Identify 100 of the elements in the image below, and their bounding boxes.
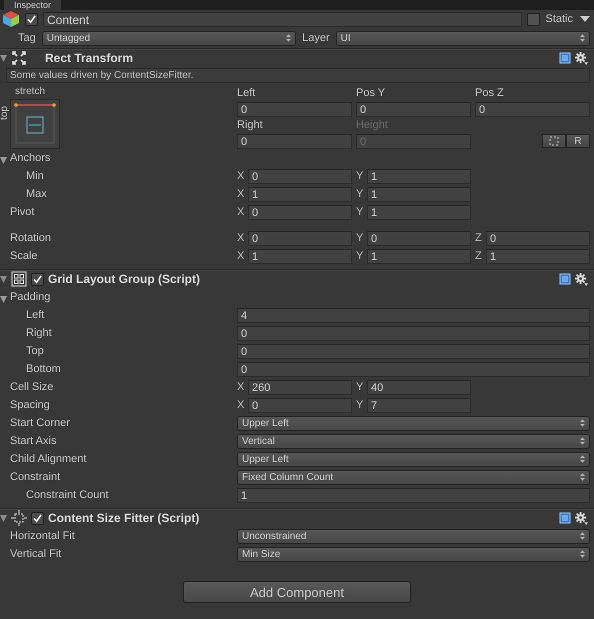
property-label: Start Corner: [10, 417, 70, 429]
axis-label: X: [237, 206, 245, 218]
axis-label: X: [237, 232, 245, 244]
property-label: Max: [26, 188, 47, 200]
number-field[interactable]: 1: [237, 488, 590, 502]
property-label: Pivot: [10, 206, 34, 218]
axis-label: X: [237, 381, 245, 393]
cube-icon: [2, 10, 20, 28]
dropdown[interactable]: Fixed Column Count: [237, 470, 590, 484]
axis-label: Y: [356, 206, 364, 218]
property-label: Spacing: [10, 399, 50, 411]
field-label: Left: [237, 86, 256, 101]
number-field[interactable]: 0: [237, 344, 590, 358]
axis-label: Z: [475, 232, 483, 244]
number-field[interactable]: 0: [367, 230, 471, 246]
property-label: Cell Size: [10, 381, 54, 393]
static-checkbox[interactable]: [527, 12, 540, 26]
component-title[interactable]: Grid Layout Group (Script): [48, 272, 200, 286]
caret-icon[interactable]: [580, 16, 590, 22]
axis-label: Y: [356, 381, 364, 393]
number-field[interactable]: 1: [367, 204, 471, 220]
settings-icon[interactable]: [575, 52, 588, 64]
number-field[interactable]: 4: [237, 308, 590, 322]
foldout-arrow-icon[interactable]: [0, 296, 7, 303]
axis-label: Y: [356, 188, 364, 200]
axis-label: Z: [475, 250, 483, 262]
enabled-checkbox[interactable]: [31, 512, 44, 524]
field-label: Pos Z: [475, 86, 505, 101]
foldout-arrow-icon[interactable]: [0, 54, 7, 62]
add-component-button[interactable]: Add Component: [183, 581, 411, 603]
help-book-icon[interactable]: [559, 52, 571, 64]
name-field[interactable]: Content: [43, 12, 522, 26]
number-field[interactable]: 0: [248, 204, 352, 220]
foldout-arrow-icon[interactable]: [0, 276, 7, 282]
dropdown[interactable]: Min Size: [237, 546, 590, 562]
number-field[interactable]: 7: [367, 398, 471, 412]
dropdown[interactable]: Upper Left: [237, 452, 590, 466]
enabled-checkbox[interactable]: [31, 272, 44, 286]
property-label: Rotation: [10, 232, 51, 244]
number-field[interactable]: 0: [248, 168, 352, 184]
property-label: Padding: [10, 291, 50, 303]
layer-label: Layer: [302, 32, 330, 44]
preset-vertical-label: top: [0, 106, 10, 120]
settings-icon[interactable]: [575, 512, 588, 524]
property-label: Horizontal Fit: [10, 530, 75, 542]
help-book-icon[interactable]: [559, 512, 571, 524]
up-down-arrows-icon: [580, 532, 585, 540]
axis-label: X: [237, 250, 245, 262]
active-checkbox[interactable]: [25, 12, 38, 26]
dropdown[interactable]: Upper Left: [237, 416, 590, 430]
number-field[interactable]: 0: [237, 134, 352, 149]
property-label: Start Axis: [10, 435, 56, 447]
preset-horizontal-label: stretch: [15, 85, 46, 99]
resize-frame-icon: [11, 510, 27, 526]
number-field[interactable]: 1: [367, 168, 471, 184]
property-label: Left: [26, 309, 44, 321]
number-field[interactable]: 0: [248, 398, 352, 412]
number-field[interactable]: 1: [367, 248, 471, 264]
tag-dropdown[interactable]: Untagged: [42, 30, 296, 46]
number-field[interactable]: 260: [248, 380, 352, 394]
component-title[interactable]: Content Size Fitter (Script): [48, 511, 200, 525]
property-label: Constraint Count: [26, 489, 109, 501]
number-field[interactable]: 0: [356, 102, 471, 117]
anchor-preset-button[interactable]: [10, 99, 60, 149]
number-field[interactable]: 1: [248, 248, 352, 264]
axis-label: Y: [356, 232, 364, 244]
number-field[interactable]: 0: [486, 230, 590, 246]
foldout-arrow-icon[interactable]: [0, 514, 7, 522]
raw-edit-button[interactable]: R: [566, 134, 590, 148]
number-field[interactable]: 1: [367, 186, 471, 202]
property-label: Scale: [10, 250, 38, 262]
layer-dropdown[interactable]: UI: [336, 30, 590, 46]
foldout-arrow-icon[interactable]: [0, 157, 7, 164]
help-book-icon[interactable]: [559, 273, 571, 285]
field-label: Right: [237, 118, 264, 133]
up-down-arrows-icon: [580, 34, 585, 42]
number-field[interactable]: 0: [237, 326, 590, 340]
number-field[interactable]: 0: [237, 102, 352, 117]
number-field[interactable]: 1: [248, 186, 352, 202]
dropdown[interactable]: Unconstrained: [237, 528, 590, 544]
inspector-tab[interactable]: Inspector: [4, 0, 62, 10]
static-label: Static: [545, 13, 573, 25]
number-field[interactable]: 0: [248, 230, 352, 246]
dropdown[interactable]: Vertical: [237, 434, 590, 448]
up-down-arrows-icon: [580, 455, 585, 463]
property-label: Right: [26, 327, 52, 339]
settings-icon[interactable]: [575, 272, 588, 286]
property-label: Vertical Fit: [10, 548, 62, 560]
tag-label: Tag: [18, 32, 36, 44]
up-down-arrows-icon: [580, 419, 585, 427]
up-down-arrows-icon: [580, 550, 585, 558]
move-arrows-icon: [11, 50, 27, 66]
component-title[interactable]: Rect Transform: [45, 51, 134, 65]
number-field[interactable]: 0: [475, 102, 590, 117]
blueprint-mode-button[interactable]: [542, 134, 566, 148]
property-label: Top: [26, 345, 44, 357]
number-field[interactable]: 1: [486, 248, 590, 264]
number-field[interactable]: 0: [237, 362, 590, 376]
axis-label: X: [237, 399, 245, 411]
number-field[interactable]: 40: [367, 380, 471, 394]
